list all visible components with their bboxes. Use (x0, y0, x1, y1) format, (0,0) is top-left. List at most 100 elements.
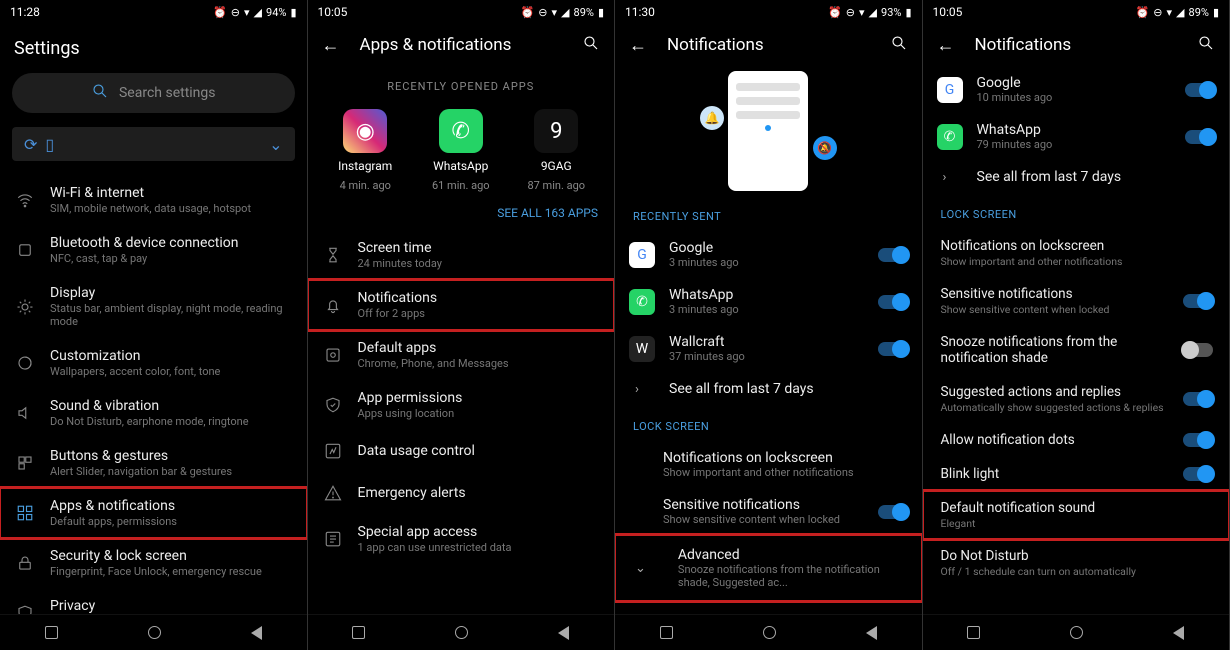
toggle[interactable] (1183, 343, 1213, 357)
phone-apps-notifications: 10:05 ⏰ ⊖ ▾ ◢ 89% ▮ ← Apps & notificatio… (308, 0, 616, 650)
settings-item-lock[interactable]: Security & lock screenFingerprint, Face … (0, 538, 307, 588)
notif-app-row[interactable]: W Wallcraft37 minutes ago (615, 325, 922, 372)
item-notif[interactable]: NotificationsOff for 2 apps (308, 280, 615, 330)
settings-item-btn[interactable]: Buttons & gesturesAlert Slider, navigati… (0, 438, 307, 488)
notif-option[interactable]: Sensitive notificationsShow sensitive co… (923, 277, 1230, 325)
see-all-7days[interactable]: › See all from last 7 days (615, 372, 922, 406)
settings-item-sound[interactable]: Sound & vibrationDo Not Disturb, earphon… (0, 388, 307, 438)
nav-home[interactable] (455, 626, 468, 639)
notif-toggle[interactable] (1185, 130, 1215, 144)
nav-recent[interactable] (967, 626, 980, 639)
notif-toggle[interactable] (878, 342, 908, 356)
signal-icon: ◢ (254, 6, 262, 19)
notif-option[interactable]: Snooze notifications from the notificati… (923, 325, 1230, 375)
item-spec[interactable]: Special app access1 app can use unrestri… (308, 514, 615, 564)
status-right: ⏰ ⊖ ▾ ◢ 93% ▮ (828, 6, 911, 19)
notif-option[interactable]: Do Not DisturbOff / 1 schedule can turn … (923, 539, 1230, 587)
recent-apps: ◉ Instagram4 min. ago✆ WhatsApp61 min. a… (308, 103, 615, 206)
battery-pct: 94% (266, 6, 286, 19)
item-alert[interactable]: Emergency alerts (308, 472, 615, 514)
toggle[interactable] (1183, 433, 1213, 447)
item-hour[interactable]: Screen time24 minutes today (308, 230, 615, 280)
search-icon (91, 82, 109, 104)
titlebar: ← Apps & notifications (308, 24, 615, 66)
status-bar: 11:28 ⏰ ⊖ ▾ ◢ 94% ▮ (0, 0, 307, 24)
alarm-icon: ⏰ (828, 6, 842, 19)
signal-icon: ◢ (1176, 6, 1184, 19)
settings-list: Wi-Fi & internetSIM, mobile network, dat… (0, 175, 307, 614)
notif-app-row[interactable]: ✆ WhatsApp3 minutes ago (615, 278, 922, 325)
item-data[interactable]: Data usage control (308, 430, 615, 472)
notif-app-row[interactable]: G Google3 minutes ago (615, 231, 922, 278)
see-all-apps[interactable]: SEE ALL 163 APPS (308, 206, 615, 230)
status-time: 11:30 (625, 5, 655, 19)
notif-option[interactable]: Default notification soundElegant (923, 491, 1230, 539)
nav-recent[interactable] (45, 626, 58, 639)
nav-home[interactable] (1070, 626, 1083, 639)
toggle[interactable] (1183, 294, 1213, 308)
notif-toggle[interactable] (1185, 83, 1215, 97)
settings-item-apps[interactable]: Apps & notificationsDefault apps, permis… (0, 488, 307, 538)
notif-toggle[interactable] (878, 248, 908, 262)
toggle[interactable] (1183, 392, 1213, 406)
nav-back[interactable] (558, 626, 569, 640)
settings-item-priv[interactable]: PrivacyPermissions, personal data (0, 588, 307, 614)
advanced-row[interactable]: ⌄ Advanced Snooze notifications from the… (615, 535, 922, 601)
app-icon: ◉ (343, 109, 387, 153)
alarm-icon: ⏰ (521, 6, 535, 19)
search-icon[interactable] (890, 34, 908, 56)
wifi-icon: ▾ (1167, 6, 1173, 19)
battery-icon: ▮ (905, 6, 911, 19)
phone-notifications: 11:30 ⏰ ⊖ ▾ ◢ 93% ▮ ← Notifications 🔔 🔕 … (615, 0, 923, 650)
item-def[interactable]: Default appsChrome, Phone, and Messages (308, 330, 615, 380)
search-settings[interactable]: Search settings (12, 73, 295, 113)
nav-home[interactable] (148, 626, 161, 639)
notif-app-row[interactable]: G Google10 minutes ago (923, 66, 1230, 113)
lock-option[interactable]: Notifications on lockscreenShow importan… (615, 441, 922, 488)
notif-app-row[interactable]: ✆ WhatsApp79 minutes ago (923, 113, 1230, 160)
nav-home[interactable] (763, 626, 776, 639)
lock-option[interactable]: Sensitive notificationsShow sensitive co… (615, 488, 922, 535)
search-icon[interactable] (582, 34, 600, 56)
item-perm[interactable]: App permissionsApps using location (308, 380, 615, 430)
recent-app[interactable]: ✆ WhatsApp61 min. ago (421, 109, 501, 192)
page-title: Settings (0, 24, 307, 65)
toggle[interactable] (878, 505, 908, 519)
nav-bar (615, 614, 922, 650)
dnd-icon: ⊖ (846, 6, 855, 19)
settings-item-cust[interactable]: CustomizationWallpapers, accent color, f… (0, 338, 307, 388)
nav-recent[interactable] (352, 626, 365, 639)
notif-option[interactable]: Allow notification dots (923, 423, 1230, 457)
recent-app[interactable]: 9 9GAG87 min. ago (516, 109, 596, 192)
nav-back[interactable] (866, 626, 877, 640)
hero-illustration: 🔔 🔕 (615, 66, 922, 196)
settings-item-disp[interactable]: DisplayStatus bar, ambient display, nigh… (0, 275, 307, 338)
back-icon[interactable]: ← (322, 35, 340, 56)
lock-screen-header: LOCK SCREEN (923, 194, 1230, 229)
nav-back[interactable] (251, 626, 262, 640)
ringer-mode[interactable]: ⟳ ▯ ⌄ (12, 127, 295, 161)
back-icon[interactable]: ← (629, 35, 647, 56)
priv-icon (14, 602, 36, 614)
nav-back[interactable] (1173, 626, 1184, 640)
back-icon[interactable]: ← (937, 35, 955, 56)
status-bar: 11:30 ⏰ ⊖ ▾ ◢ 93% ▮ (615, 0, 922, 24)
see-all-7days[interactable]: › See all from last 7 days (923, 160, 1230, 194)
search-icon[interactable] (1197, 34, 1215, 56)
notif-toggle[interactable] (878, 295, 908, 309)
notif-option[interactable]: Notifications on lockscreenShow importan… (923, 229, 1230, 277)
app-icon: G (937, 77, 963, 103)
notif-option[interactable]: Blink light (923, 457, 1230, 491)
recent-app[interactable]: ◉ Instagram4 min. ago (325, 109, 405, 192)
app-icon: ✆ (629, 289, 655, 315)
notif-option[interactable]: Suggested actions and repliesAutomatical… (923, 375, 1230, 423)
settings-item-wifi[interactable]: Wi-Fi & internetSIM, mobile network, dat… (0, 175, 307, 225)
status-right: ⏰ ⊖ ▾ ◢ 89% ▮ (521, 6, 604, 19)
page-title: Notifications (667, 35, 870, 55)
settings-item-bt[interactable]: Bluetooth & device connectionNFC, cast, … (0, 225, 307, 275)
signal-icon: ◢ (869, 6, 877, 19)
toggle[interactable] (1183, 467, 1213, 481)
nav-recent[interactable] (660, 626, 673, 639)
chevron-right-icon: › (937, 170, 963, 185)
nav-bar (308, 614, 615, 650)
